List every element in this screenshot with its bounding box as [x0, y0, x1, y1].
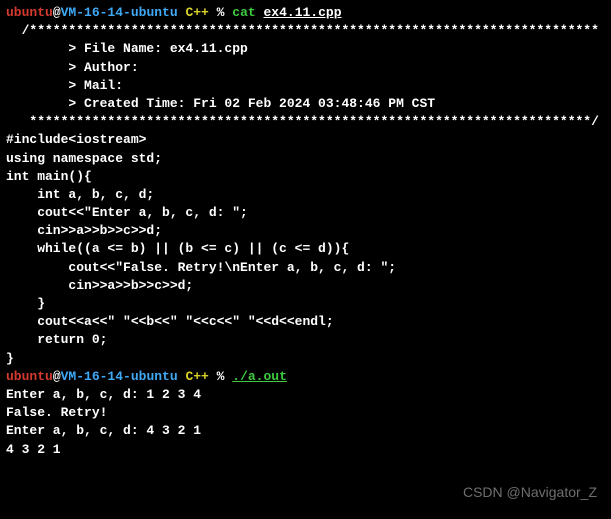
src-cout3: cout<<a<<" "<<b<<" "<<c<<" "<<d<<endl;: [6, 313, 605, 331]
prompt-host: VM-16-14-ubuntu: [61, 369, 178, 384]
src-author: > Author:: [6, 59, 605, 77]
run-line-4: 4 3 2 1: [6, 441, 605, 459]
prompt-host: VM-16-14-ubuntu: [61, 5, 178, 20]
watermark: CSDN @Navigator_Z: [463, 483, 597, 503]
src-closewhile: }: [6, 295, 605, 313]
src-decl: int a, b, c, d;: [6, 186, 605, 204]
prompt-path: C++: [178, 369, 209, 384]
src-topborder: /***************************************…: [6, 22, 605, 40]
run-line-2: False. Retry!: [6, 404, 605, 422]
prompt-user: ubuntu: [6, 369, 53, 384]
src-include: #include<iostream>: [6, 131, 605, 149]
run-line-1: Enter a, b, c, d: 1 2 3 4: [6, 386, 605, 404]
src-while: while((a <= b) || (b <= c) || (c <= d)){: [6, 240, 605, 258]
src-filename: > File Name: ex4.11.cpp: [6, 40, 605, 58]
src-cout2: cout<<"False. Retry!\nEnter a, b, c, d: …: [6, 259, 605, 277]
prompt-path: C++: [178, 5, 209, 20]
prompt-pct: %: [209, 5, 232, 20]
src-cout1: cout<<"Enter a, b, c, d: ";: [6, 204, 605, 222]
prompt-at: @: [53, 5, 61, 20]
src-closemain: }: [6, 350, 605, 368]
prompt-at: @: [53, 369, 61, 384]
cmd-cat: cat: [232, 5, 255, 20]
prompt-line-2[interactable]: ubuntu@VM-16-14-ubuntu C++ % ./a.out: [6, 368, 605, 386]
src-return: return 0;: [6, 331, 605, 349]
src-mail: > Mail:: [6, 77, 605, 95]
src-cin2: cin>>a>>b>>c>>d;: [6, 277, 605, 295]
prompt-pct: %: [209, 369, 232, 384]
prompt-user: ubuntu: [6, 5, 53, 20]
prompt-line-1[interactable]: ubuntu@VM-16-14-ubuntu C++ % cat ex4.11.…: [6, 4, 605, 22]
run-line-3: Enter a, b, c, d: 4 3 2 1: [6, 422, 605, 440]
cmd-arg: ex4.11.cpp: [264, 5, 342, 20]
src-cin1: cin>>a>>b>>c>>d;: [6, 222, 605, 240]
src-namespace: using namespace std;: [6, 150, 605, 168]
cmd-run: ./a.out: [232, 369, 287, 384]
src-main: int main(){: [6, 168, 605, 186]
src-botborder: ****************************************…: [6, 113, 605, 131]
src-created: > Created Time: Fri 02 Feb 2024 03:48:46…: [6, 95, 605, 113]
